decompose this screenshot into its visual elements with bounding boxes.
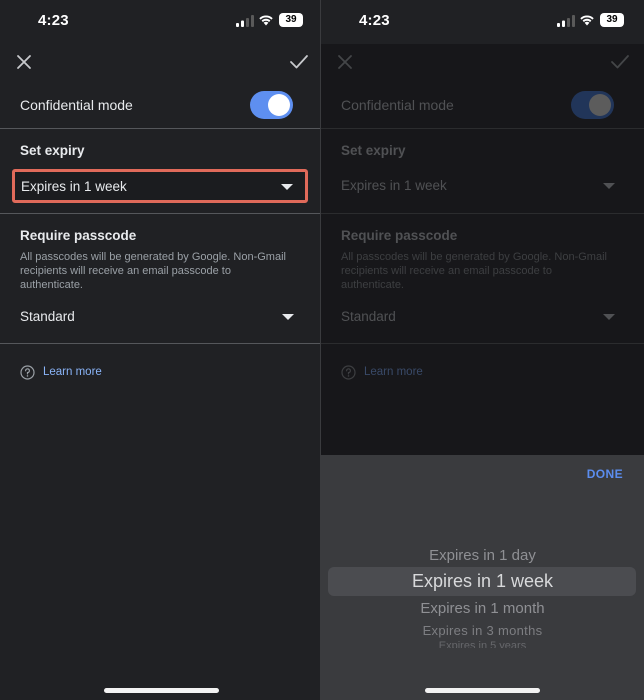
set-expiry-title: Set expiry [20, 143, 85, 158]
chevron-down-icon [282, 314, 294, 320]
expiry-select[interactable]: Expires in 1 week [12, 169, 308, 203]
picker-option-selected[interactable]: Expires in 1 week [321, 571, 644, 592]
help-circle-icon [20, 365, 35, 380]
status-bar: 4:23 39 [0, 0, 320, 44]
cellular-signal-icon [236, 15, 254, 27]
wifi-icon [580, 15, 594, 26]
modal-overlay [321, 44, 644, 455]
status-time: 4:23 [359, 12, 390, 29]
confidential-mode-toggle[interactable] [250, 91, 293, 119]
require-passcode-title: Require passcode [20, 228, 137, 243]
left-screen: 4:23 39 Confidential mode Set expiry Exp… [0, 0, 320, 700]
battery-icon: 39 [279, 13, 303, 27]
right-screen: 4:23 39 Confidential mode Set expiry Exp… [321, 0, 644, 700]
passcode-select[interactable]: Standard [12, 300, 308, 334]
wifi-icon [259, 15, 273, 26]
home-indicator [425, 688, 540, 693]
expiry-value: Expires in 1 week [21, 179, 127, 194]
home-indicator [104, 688, 219, 693]
picker-option[interactable]: Expires in 5 years [321, 640, 644, 648]
status-bar: 4:23 39 [321, 0, 644, 44]
passcode-value: Standard [20, 309, 75, 324]
done-button[interactable]: DONE [587, 467, 623, 481]
close-icon[interactable] [14, 52, 34, 72]
divider [0, 213, 320, 214]
picker-option[interactable]: Expires in 3 months [321, 623, 644, 638]
battery-icon: 39 [600, 13, 624, 27]
learn-more-text: Learn more [43, 366, 102, 378]
toggle-knob [268, 94, 290, 116]
divider [0, 128, 320, 129]
picker-option[interactable]: Expires in 1 day [321, 547, 644, 564]
confidential-mode-label: Confidential mode [20, 97, 133, 113]
divider [0, 343, 320, 344]
passcode-description: All passcodes will be generated by Googl… [20, 251, 286, 291]
status-time: 4:23 [38, 12, 69, 29]
checkmark-icon[interactable] [288, 52, 310, 72]
expiry-picker[interactable]: DONE Expires in 1 day Expires in 1 week … [321, 455, 644, 700]
picker-option[interactable]: Expires in 1 month [321, 600, 644, 617]
cellular-signal-icon [557, 15, 575, 27]
chevron-down-icon [281, 184, 293, 190]
